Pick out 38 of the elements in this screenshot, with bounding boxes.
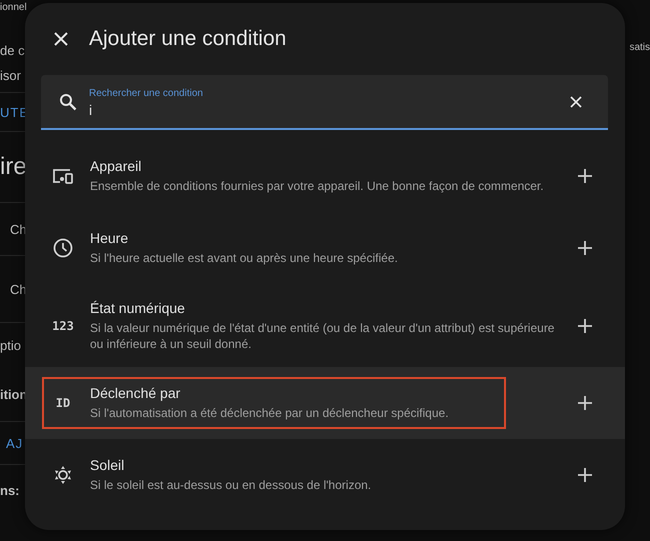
search-field[interactable]: Rechercher une condition i [41, 75, 608, 130]
condition-item[interactable]: ID Déclenché par Si l'automatisation a été déclenchée par un déclencheur spécifique. [25, 367, 625, 439]
item-title: Soleil [90, 457, 126, 473]
item-description: Si l'automatisation a été déclenchée par un déclencheur spécifique. [90, 405, 450, 421]
clear-icon [570, 96, 582, 108]
item-description: Si la valeur numérique de l'état d'une entité (ou de la valeur d'un attribut) est supérieure ou inférieure à un seuil donné. [90, 320, 556, 352]
plus-icon [577, 240, 593, 256]
item-title: Heure [90, 230, 130, 246]
plus-icon [577, 168, 593, 184]
background-heading: ire [0, 153, 27, 181]
condition-item[interactable]: 123 État numérique Si la valeur numérique de l'état d'une entité (ou de la valeur d'un attribut) est supérieure ou inférieure à un seuil donné. [25, 284, 625, 367]
device-icon [52, 168, 74, 184]
item-title: État numérique [90, 300, 186, 316]
item-description: Ensemble de conditions fournies par votre appareil. Une bonne façon de commencer. [90, 178, 545, 194]
condition-item[interactable]: Soleil Si le soleil est au-dessus ou en dessous de l'horizon. [25, 439, 625, 511]
background-text: de c [0, 43, 25, 58]
background-text: isor [0, 68, 21, 82]
item-title: Appareil [90, 158, 142, 174]
sun-icon [53, 465, 73, 485]
condition-item[interactable]: Appareil Ensemble de conditions fournies par votre appareil. Une bonne façon de commencer. [25, 140, 625, 212]
background-link[interactable]: AJ [6, 436, 24, 450]
item-description: Si le soleil est au-dessus ou en dessous de l'horizon. [90, 477, 372, 493]
condition-item[interactable]: Heure Si l'heure actuelle est avant ou après une heure spécifiée. [25, 212, 625, 284]
background-text: ptio [0, 338, 21, 352]
background-label: ns: [0, 482, 20, 498]
plus-icon [577, 395, 593, 411]
dialog-title: Ajouter une condition [89, 27, 286, 51]
background-text: satis [629, 42, 650, 53]
clock-icon [53, 238, 73, 258]
item-description: Si l'heure actuelle est avant ou après une heure spécifiée. [90, 250, 399, 266]
id-icon: ID [56, 396, 70, 410]
number-icon: 123 [52, 318, 74, 332]
background-text: ionnel [0, 2, 27, 13]
item-title: Déclenché par [90, 385, 182, 401]
search-icon [59, 92, 77, 110]
close-icon [53, 31, 69, 47]
plus-icon [577, 467, 593, 483]
plus-icon [577, 318, 593, 334]
